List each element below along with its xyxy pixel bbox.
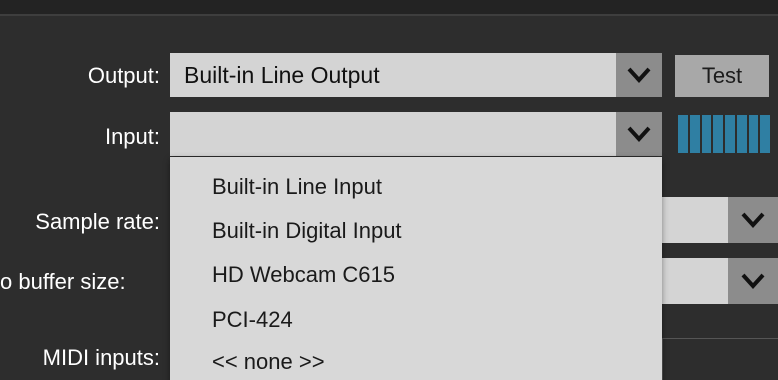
meter-segment	[713, 115, 723, 153]
buffer-size-arrow[interactable]	[728, 258, 778, 304]
meter-segment	[701, 115, 712, 153]
sample-rate-arrow[interactable]	[728, 197, 778, 243]
top-divider	[0, 0, 778, 16]
output-select-arrow[interactable]	[616, 53, 662, 97]
input-label: Input:	[104, 124, 160, 149]
meter-segment	[748, 115, 759, 153]
midi-inputs-label: MIDI inputs:	[42, 345, 160, 370]
output-label: Output:	[87, 63, 160, 88]
input-level-meter	[678, 115, 770, 153]
dropdown-option[interactable]: Built-in Line Input	[212, 174, 382, 200]
sample-rate-select[interactable]	[662, 197, 778, 243]
sample-rate-label: Sample rate:	[35, 209, 160, 234]
input-select[interactable]	[170, 112, 662, 156]
meter-segment	[678, 115, 688, 153]
midi-inputs-list[interactable]	[662, 338, 778, 380]
buffer-size-label: o buffer size:	[0, 269, 126, 294]
dropdown-option[interactable]: HD Webcam C615	[212, 262, 395, 288]
output-select-value: Built-in Line Output	[184, 62, 380, 88]
dropdown-option[interactable]: << none >>	[212, 349, 325, 375]
meter-segment	[725, 115, 735, 153]
buffer-size-select[interactable]	[662, 258, 778, 304]
input-dropdown-menu: Built-in Line Input Built-in Digital Inp…	[170, 157, 662, 380]
audio-settings-panel: Output: Built-in Line Output Test Input:…	[0, 0, 778, 380]
test-button[interactable]: Test	[675, 55, 769, 97]
input-select-arrow[interactable]	[616, 112, 662, 156]
meter-segment	[689, 115, 700, 153]
output-select[interactable]: Built-in Line Output	[170, 53, 662, 97]
dropdown-option[interactable]: Built-in Digital Input	[212, 218, 402, 244]
meter-segment	[760, 115, 770, 153]
dropdown-option[interactable]: PCI-424	[212, 307, 293, 333]
meter-segment	[736, 115, 747, 153]
